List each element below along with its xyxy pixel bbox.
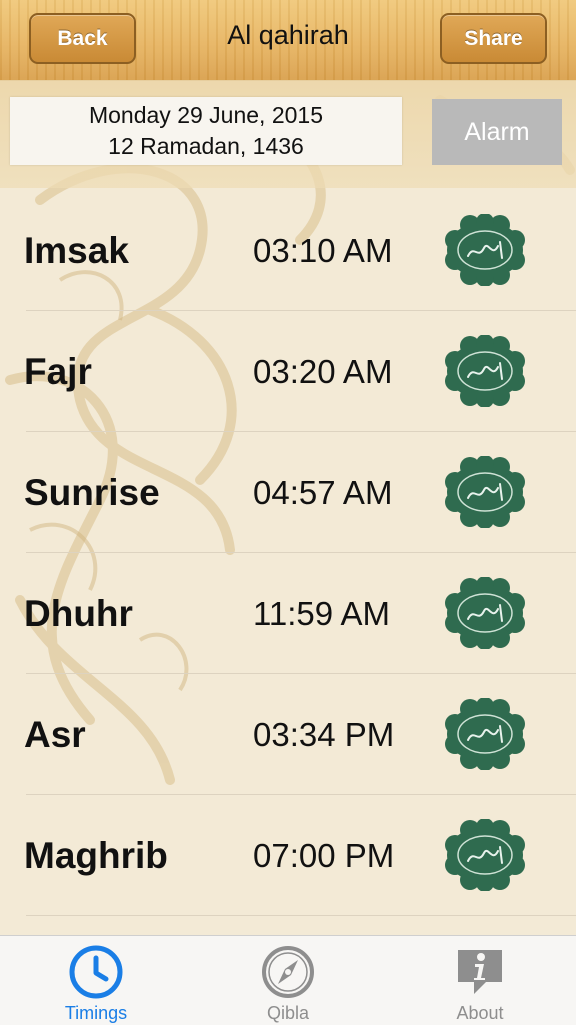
prayer-time: 11:59 AM [253, 595, 390, 632]
tab-bar: Timings Qibla About [0, 935, 576, 1025]
prayer-name: Asr [24, 714, 86, 755]
row-divider [26, 915, 576, 916]
prayer-row-imsak[interactable]: Imsak 03:10 AM [0, 190, 576, 311]
allah-emblem-icon [440, 213, 530, 287]
allah-emblem-icon [440, 818, 530, 892]
info-bubble-icon [458, 950, 502, 994]
prayer-row-asr[interactable]: Asr 03:34 PM [0, 674, 576, 795]
allah-emblem-icon [440, 334, 530, 408]
prayer-time: 03:20 AM [253, 353, 393, 390]
allah-emblem-icon [440, 697, 530, 771]
tab-about[interactable]: About [384, 936, 576, 1025]
gregorian-date: Monday 29 June, 2015 [88, 102, 323, 128]
prayer-name: Maghrib [24, 835, 168, 876]
prayer-row-maghrib[interactable]: Maghrib 07:00 PM [0, 795, 576, 916]
alarm-button[interactable]: Alarm [432, 99, 562, 165]
share-button[interactable]: Share [440, 13, 547, 64]
prayer-time: 03:10 AM [253, 232, 393, 269]
prayer-times-list: Imsak 03:10 AM Fajr 03:20 AM Sunrise 04:… [0, 190, 576, 916]
tab-label: Qibla [266, 1003, 310, 1023]
tab-label: About [456, 1003, 504, 1023]
tab-label: Timings [64, 1003, 128, 1023]
back-button[interactable]: Back [29, 13, 136, 64]
navigation-bar: Back Al qahirah Share [0, 0, 576, 81]
compass-icon [262, 946, 314, 998]
prayer-name: Dhuhr [24, 593, 133, 634]
prayer-time: 07:00 PM [253, 837, 395, 874]
prayer-row-dhuhr[interactable]: Dhuhr 11:59 AM [0, 553, 576, 674]
allah-emblem-icon [440, 576, 530, 650]
prayer-name: Sunrise [24, 472, 160, 513]
prayer-name: Imsak [24, 230, 129, 271]
clock-icon [69, 945, 123, 999]
prayer-name: Fajr [24, 351, 92, 392]
hijri-date: 12 Ramadan, 1436 [108, 133, 304, 159]
prayer-row-sunrise[interactable]: Sunrise 04:57 AM [0, 432, 576, 553]
prayer-time: 04:57 AM [253, 474, 393, 511]
prayer-time: 03:34 PM [253, 716, 395, 753]
allah-emblem-icon [440, 455, 530, 529]
date-box: Monday 29 June, 2015 12 Ramadan, 1436 [10, 97, 402, 165]
tab-qibla[interactable]: Qibla [192, 936, 384, 1025]
tab-timings[interactable]: Timings [0, 936, 192, 1025]
page-title: Al qahirah [227, 20, 349, 50]
prayer-row-fajr[interactable]: Fajr 03:20 AM [0, 311, 576, 432]
